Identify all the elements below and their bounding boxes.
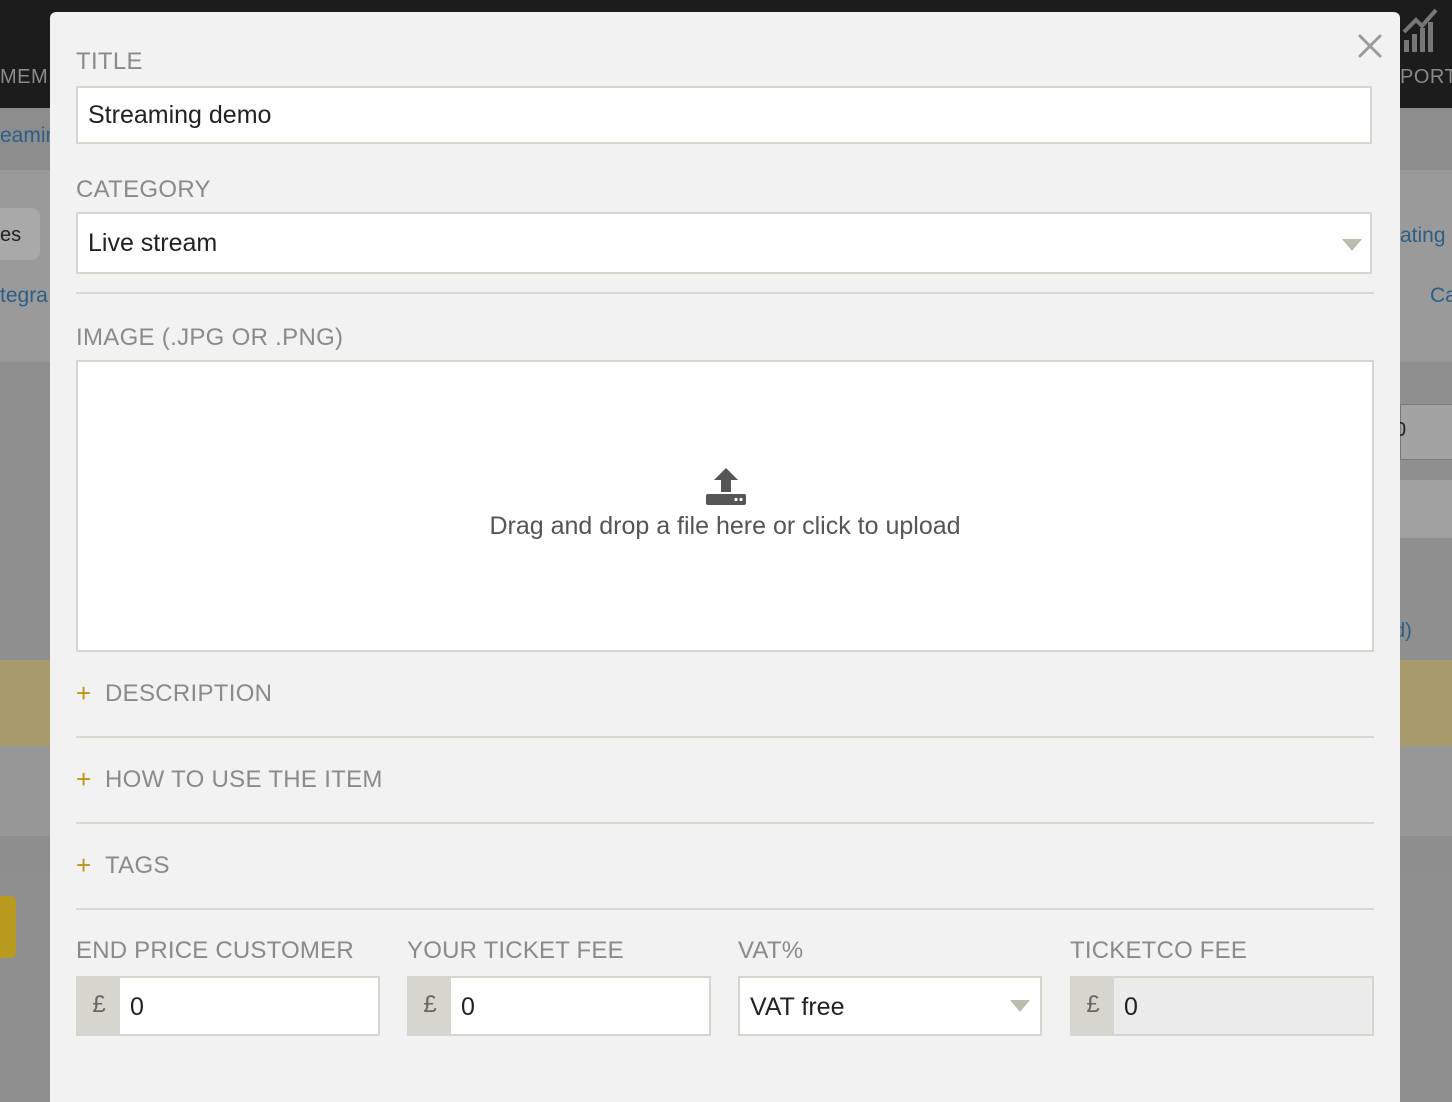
how-to-use-label: HOW TO USE THE ITEM (105, 766, 383, 793)
chevron-down-icon (1010, 1000, 1030, 1012)
bg-right-field: 0 (1395, 404, 1452, 460)
plus-icon: + (76, 678, 92, 708)
bg-yellow-button (0, 896, 16, 958)
currency-addon: £ (78, 978, 120, 1034)
bg-link-right-top: ating (1400, 224, 1446, 247)
bg-link-left: tegra (0, 284, 48, 307)
end-price-value: 0 (130, 993, 144, 1021)
divider (76, 908, 1374, 910)
close-icon[interactable] (1354, 30, 1386, 62)
divider (76, 736, 1374, 738)
bar-chart-icon (1402, 8, 1438, 52)
title-label: TITLE (76, 48, 143, 75)
category-selected-value: Live stream (88, 229, 218, 257)
category-select[interactable]: Live stream (76, 212, 1372, 274)
currency-addon: £ (1072, 978, 1114, 1034)
how-to-use-toggle[interactable]: + HOW TO USE THE ITEM (76, 764, 1374, 804)
ticket-fee-value: 0 (461, 993, 475, 1021)
divider (76, 292, 1374, 294)
upload-icon (706, 468, 746, 505)
title-input[interactable]: Streaming demo (76, 86, 1372, 144)
vat-label: VAT% (738, 937, 804, 964)
bg-breadcrumb-link: eamir (0, 124, 53, 147)
bg-link-right: Ca (1430, 284, 1452, 307)
description-toggle[interactable]: + DESCRIPTION (76, 678, 1374, 718)
dropzone-text: Drag and drop a file here or click to up… (489, 512, 961, 540)
chevron-down-icon (1342, 239, 1362, 251)
tags-label: TAGS (105, 852, 170, 879)
ticket-fee-label: YOUR TICKET FEE (407, 937, 624, 964)
ticket-fee-input[interactable]: £ 0 (407, 976, 711, 1036)
divider (76, 822, 1374, 824)
ticketco-fee-value: 0 (1124, 993, 1138, 1021)
bg-right-band (1400, 480, 1452, 538)
tags-toggle[interactable]: + TAGS (76, 850, 1374, 890)
ticketco-fee-label: TICKETCO FEE (1070, 937, 1248, 964)
category-label: CATEGORY (76, 176, 211, 203)
plus-icon: + (76, 764, 92, 794)
vat-selected-value: VAT free (750, 993, 845, 1021)
bg-nav-label-left: MEM (0, 66, 49, 88)
ticketco-fee-field: £ 0 (1070, 976, 1374, 1036)
edit-item-modal: TITLE Streaming demo CATEGORY Live strea… (50, 12, 1400, 1102)
image-dropzone[interactable]: Drag and drop a file here or click to up… (76, 360, 1374, 652)
bg-tab: es (0, 208, 40, 260)
bg-nav-label-right: PORT (1400, 66, 1452, 88)
end-price-label: END PRICE CUSTOMER (76, 937, 354, 964)
currency-addon: £ (409, 978, 451, 1034)
image-label: IMAGE (.JPG OR .PNG) (76, 324, 344, 351)
plus-icon: + (76, 850, 92, 880)
vat-select[interactable]: VAT free (738, 976, 1042, 1036)
end-price-input[interactable]: £ 0 (76, 976, 380, 1036)
description-label: DESCRIPTION (105, 680, 273, 707)
